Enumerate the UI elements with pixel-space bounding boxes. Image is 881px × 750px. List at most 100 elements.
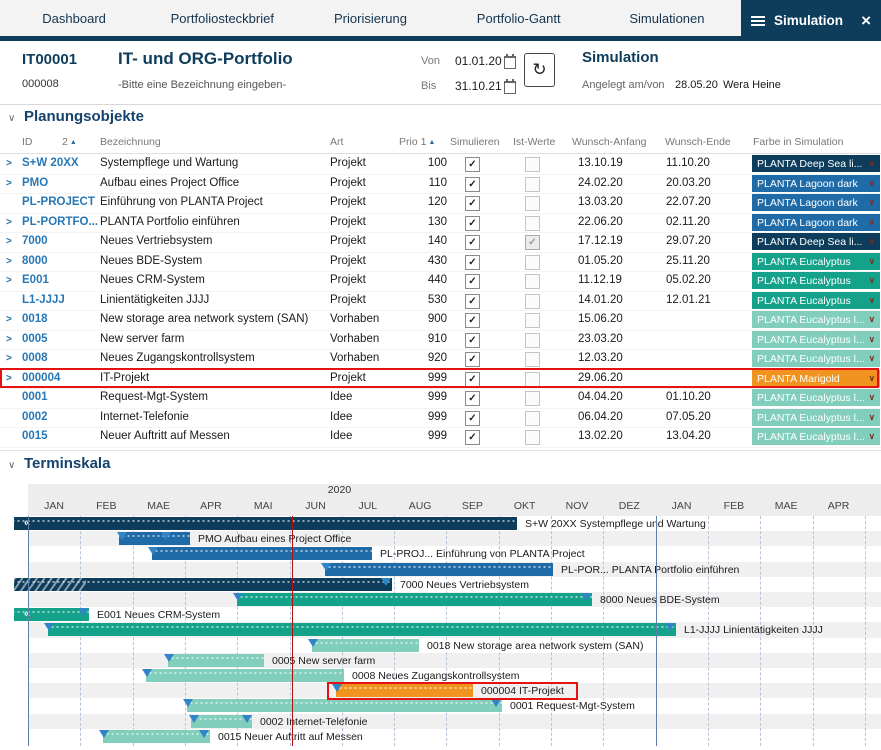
simulieren-checkbox[interactable]: ✓ <box>465 274 480 289</box>
ist-werte-checkbox[interactable] <box>525 333 540 348</box>
nav-item-priorisierung[interactable]: Priorisierung <box>296 0 444 36</box>
simulieren-checkbox[interactable]: ✓ <box>465 352 480 367</box>
ist-werte-checkbox[interactable] <box>525 255 540 270</box>
ist-werte-checkbox[interactable] <box>525 391 540 406</box>
table-row[interactable]: >000004IT-ProjektProjekt999✓29.06.20PLAN… <box>0 369 881 390</box>
table-row[interactable]: >S+W 20XXSystempflege und WartungProjekt… <box>0 154 881 175</box>
table-row[interactable]: >0018New storage area network system (SA… <box>0 310 881 331</box>
expand-row-icon[interactable]: > <box>6 349 12 369</box>
gantt-bar[interactable] <box>48 623 676 636</box>
portfolio-subtitle[interactable]: -Bitte eine Bezeichnung eingeben- <box>118 79 286 91</box>
farbe-dropdown[interactable]: PLANTA Eucalyptus l...∨ <box>752 331 880 348</box>
von-value[interactable]: 01.01.20 <box>455 54 502 68</box>
col-wunsch-anfang[interactable]: Wunsch-Anfang <box>572 136 647 148</box>
simulieren-checkbox[interactable]: ✓ <box>465 333 480 348</box>
table-row[interactable]: >PL-PORTFO...PLANTA Portfolio einführenP… <box>0 213 881 234</box>
bis-calendar-icon[interactable] <box>504 81 516 94</box>
expand-row-icon[interactable]: > <box>6 310 12 330</box>
col-art[interactable]: Art <box>330 136 343 148</box>
col-ist-werte[interactable]: Ist-Werte <box>513 136 555 148</box>
simulieren-checkbox[interactable]: ✓ <box>465 255 480 270</box>
simulieren-checkbox[interactable]: ✓ <box>465 177 480 192</box>
terminskala-collapse-icon[interactable]: ∨ <box>8 460 15 471</box>
nav-item-simulationen[interactable]: Simulationen <box>593 0 741 36</box>
simulieren-checkbox[interactable]: ✓ <box>465 235 480 250</box>
nav-item-dashboard[interactable]: Dashboard <box>0 0 148 36</box>
farbe-dropdown[interactable]: PLANTA Lagoon dark∨ <box>752 214 880 231</box>
farbe-dropdown[interactable]: PLANTA Eucalyptus l...∨ <box>752 409 880 426</box>
row-id-link[interactable]: 000004 <box>22 369 60 389</box>
col-sort-2[interactable]: 2▲ <box>62 136 77 148</box>
simulieren-checkbox[interactable]: ✓ <box>465 372 480 387</box>
gantt-bar[interactable] <box>119 532 190 545</box>
farbe-dropdown[interactable]: PLANTA Eucalyptus l...∨ <box>752 389 880 406</box>
row-id-link[interactable]: PMO <box>22 174 48 194</box>
row-id-link[interactable]: 0018 <box>22 310 48 330</box>
bis-value[interactable]: 31.10.21 <box>455 79 502 93</box>
farbe-dropdown[interactable]: PLANTA Marigold∨ <box>752 370 880 387</box>
col-farbe[interactable]: Farbe in Simulation <box>753 136 843 148</box>
ist-werte-checkbox[interactable] <box>525 196 540 211</box>
expand-row-icon[interactable]: > <box>6 232 12 252</box>
table-row[interactable]: 0001Request-Mgt-SystemIdee999✓04.04.2001… <box>0 388 881 409</box>
simulieren-checkbox[interactable]: ✓ <box>465 430 480 445</box>
row-id-link[interactable]: 0001 <box>22 388 48 408</box>
farbe-dropdown[interactable]: PLANTA Lagoon dark∨ <box>752 194 880 211</box>
ist-werte-checkbox[interactable] <box>525 352 540 367</box>
gantt-bar[interactable] <box>14 578 392 591</box>
ist-werte-checkbox[interactable] <box>525 372 540 387</box>
row-id-link[interactable]: 0015 <box>22 427 48 447</box>
row-id-link[interactable]: PL-PROJECT <box>22 193 95 213</box>
farbe-dropdown[interactable]: PLANTA Eucalyptus l...∨ <box>752 311 880 328</box>
gantt-bar[interactable] <box>152 547 372 560</box>
table-row[interactable]: >E001Neues CRM-SystemProjekt440✓11.12.19… <box>0 271 881 292</box>
hamburger-menu-icon[interactable] <box>751 16 765 26</box>
col-bezeichnung[interactable]: Bezeichnung <box>100 136 161 148</box>
col-simulieren[interactable]: Simulieren <box>450 136 500 148</box>
gantt-bar[interactable] <box>237 593 592 606</box>
ist-werte-checkbox[interactable] <box>525 313 540 328</box>
col-id[interactable]: ID <box>22 136 33 148</box>
row-id-link[interactable]: 0008 <box>22 349 48 369</box>
col-wunsch-ende[interactable]: Wunsch-Ende <box>665 136 731 148</box>
table-row[interactable]: 0015Neuer Auftritt auf MessenIdee999✓13.… <box>0 427 881 448</box>
gantt-bar[interactable] <box>336 684 473 697</box>
table-row[interactable]: >8000Neues BDE-SystemProjekt430✓01.05.20… <box>0 252 881 273</box>
farbe-dropdown[interactable]: PLANTA Deep Sea li...∨ <box>752 233 880 250</box>
von-calendar-icon[interactable] <box>504 56 516 69</box>
planungsobjekte-collapse-icon[interactable]: ∨ <box>8 113 15 124</box>
row-id-link[interactable]: 7000 <box>22 232 48 252</box>
gantt-bar[interactable] <box>146 669 344 682</box>
row-id-link[interactable]: 8000 <box>22 252 48 272</box>
table-row[interactable]: PL-PROJECTEinführung von PLANTA ProjectP… <box>0 193 881 214</box>
col-prio[interactable]: Prio 1▲ <box>399 136 435 148</box>
ist-werte-checkbox[interactable] <box>525 411 540 426</box>
simulieren-checkbox[interactable]: ✓ <box>465 157 480 172</box>
ist-werte-checkbox[interactable] <box>525 294 540 309</box>
row-id-link[interactable]: 0005 <box>22 330 48 350</box>
table-row[interactable]: >0005New server farmVorhaben910✓23.03.20… <box>0 330 881 351</box>
farbe-dropdown[interactable]: PLANTA Eucalyptus∨ <box>752 292 880 309</box>
farbe-dropdown[interactable]: PLANTA Deep Sea li...∨ <box>752 155 880 172</box>
row-id-link[interactable]: L1-JJJJ <box>22 291 65 311</box>
table-row[interactable]: >PMOAufbau eines Project OfficeProjekt11… <box>0 174 881 195</box>
simulieren-checkbox[interactable]: ✓ <box>465 294 480 309</box>
row-id-link[interactable]: E001 <box>22 271 49 291</box>
tab-simulation-active[interactable]: Simulation × <box>741 0 881 41</box>
ist-werte-checkbox[interactable] <box>525 216 540 231</box>
gantt-bar[interactable] <box>187 699 502 712</box>
close-tab-icon[interactable]: × <box>861 12 871 29</box>
farbe-dropdown[interactable]: PLANTA Eucalyptus∨ <box>752 253 880 270</box>
nav-item-portfoliosteckbrief[interactable]: Portfoliosteckbrief <box>148 0 296 36</box>
table-row[interactable]: L1-JJJJLinientätigkeiten JJJJProjekt530✓… <box>0 291 881 312</box>
ist-werte-checkbox[interactable]: ✓ <box>525 235 540 250</box>
expand-row-icon[interactable]: > <box>6 330 12 350</box>
farbe-dropdown[interactable]: PLANTA Eucalyptus l...∨ <box>752 428 880 445</box>
refresh-button[interactable]: ↻ <box>524 53 555 87</box>
expand-row-icon[interactable]: > <box>6 369 12 389</box>
table-row[interactable]: >7000Neues VertriebsystemProjekt140✓✓17.… <box>0 232 881 253</box>
gantt-bar[interactable] <box>312 639 419 652</box>
table-row[interactable]: >0008Neues ZugangskontrollsystemVorhaben… <box>0 349 881 370</box>
expand-row-icon[interactable]: > <box>6 213 12 233</box>
farbe-dropdown[interactable]: PLANTA Lagoon dark∨ <box>752 175 880 192</box>
